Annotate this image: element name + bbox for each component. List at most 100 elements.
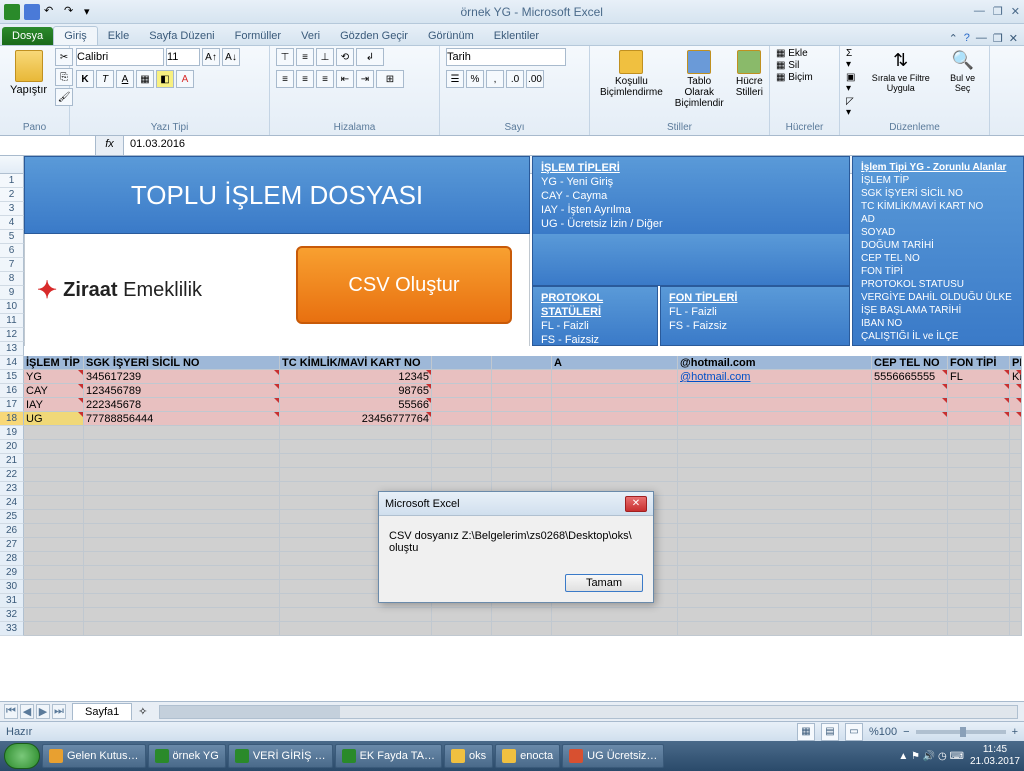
cell[interactable] (948, 538, 1010, 552)
cell[interactable] (552, 608, 678, 622)
zoom-in-button[interactable]: + (1012, 726, 1018, 738)
cell[interactable]: FL (948, 370, 1010, 384)
cell[interactable] (24, 566, 84, 580)
cell[interactable] (552, 412, 678, 426)
row-header[interactable]: 12 (0, 328, 24, 342)
cell[interactable] (24, 622, 84, 636)
row-header[interactable]: 1 (0, 174, 24, 188)
zoom-slider[interactable] (916, 730, 1006, 734)
decrease-indent-icon[interactable]: ⇤ (336, 70, 354, 88)
row-header[interactable]: 25 (0, 510, 24, 524)
row-header[interactable]: 32 (0, 608, 24, 622)
cell[interactable] (24, 426, 84, 440)
cell[interactable] (872, 510, 948, 524)
delete-cells-button[interactable]: ▦ Sil (776, 60, 799, 71)
cell[interactable]: 5556665555 (872, 370, 948, 384)
increase-font-icon[interactable]: A↑ (202, 48, 220, 66)
cell[interactable] (492, 412, 552, 426)
sheet-tab[interactable]: Sayfa1 (72, 703, 132, 720)
cell[interactable] (492, 370, 552, 384)
cell[interactable] (948, 440, 1010, 454)
cell[interactable] (678, 482, 872, 496)
currency-icon[interactable]: ☰ (446, 70, 464, 88)
italic-button[interactable]: T (96, 70, 114, 88)
cell[interactable] (24, 594, 84, 608)
row-header[interactable]: 4 (0, 216, 24, 230)
sheet-nav-next[interactable]: ▶ (36, 704, 50, 719)
cell[interactable] (84, 566, 280, 580)
cell[interactable] (872, 384, 948, 398)
cell[interactable] (24, 454, 84, 468)
cell[interactable] (84, 426, 280, 440)
cell[interactable]: A (552, 356, 678, 370)
cell[interactable] (872, 468, 948, 482)
cell[interactable] (872, 412, 948, 426)
cell[interactable] (678, 594, 872, 608)
cell[interactable] (678, 566, 872, 580)
cell[interactable] (84, 510, 280, 524)
cell[interactable] (492, 398, 552, 412)
cell[interactable] (84, 580, 280, 594)
cell[interactable] (1010, 412, 1022, 426)
cell[interactable]: 345617239 (84, 370, 280, 384)
cell[interactable] (872, 440, 948, 454)
cell[interactable]: CAY (24, 384, 84, 398)
cell[interactable] (948, 594, 1010, 608)
cell[interactable] (492, 384, 552, 398)
cell[interactable] (552, 370, 678, 384)
horizontal-scrollbar[interactable] (159, 705, 1018, 719)
tab-page-layout[interactable]: Sayfa Düzeni (139, 27, 224, 45)
cell[interactable] (1010, 608, 1022, 622)
clock[interactable]: 11:4521.03.2017 (970, 744, 1020, 768)
row-header[interactable]: 2 (0, 188, 24, 202)
cell[interactable] (948, 412, 1010, 426)
tab-view[interactable]: Görünüm (418, 27, 484, 45)
cell[interactable] (492, 622, 552, 636)
cell[interactable] (24, 608, 84, 622)
cell[interactable] (432, 412, 492, 426)
number-format-select[interactable] (446, 48, 566, 66)
sheet-nav-last[interactable]: ⏭ (52, 704, 66, 719)
cell[interactable] (552, 468, 678, 482)
cell[interactable] (948, 622, 1010, 636)
cell[interactable] (552, 398, 678, 412)
cell[interactable] (872, 622, 948, 636)
cell[interactable] (678, 622, 872, 636)
cell[interactable] (872, 454, 948, 468)
cell[interactable] (280, 426, 432, 440)
font-color-button[interactable]: A (176, 70, 194, 88)
cell-styles-button[interactable]: Hücre Stilleri (732, 48, 767, 100)
row-header[interactable]: 7 (0, 258, 24, 272)
cell[interactable] (432, 398, 492, 412)
cell[interactable]: İŞLEM TİP (24, 356, 84, 370)
row-header[interactable]: 15 (0, 370, 24, 384)
format-cells-button[interactable]: ▦ Biçim (776, 72, 813, 83)
tab-review[interactable]: Gözden Geçir (330, 27, 418, 45)
cell[interactable] (432, 356, 492, 370)
cell[interactable] (492, 356, 552, 370)
row-header[interactable]: 18 (0, 412, 24, 426)
increase-indent-icon[interactable]: ⇥ (356, 70, 374, 88)
cell[interactable] (948, 524, 1010, 538)
formula-input[interactable]: 01.03.2016 (124, 136, 1024, 155)
cell[interactable] (872, 538, 948, 552)
row-header[interactable]: 11 (0, 314, 24, 328)
cell[interactable]: SGK İŞYERİ SİCİL NO (84, 356, 280, 370)
cell[interactable] (1010, 440, 1022, 454)
cell[interactable] (552, 426, 678, 440)
cell[interactable]: 222345678 (84, 398, 280, 412)
view-break-icon[interactable]: ▭ (845, 723, 863, 741)
new-sheet-button[interactable]: ✧ (132, 705, 153, 718)
zoom-level[interactable]: %100 (869, 726, 897, 738)
cell[interactable] (678, 384, 872, 398)
row-header[interactable]: 26 (0, 524, 24, 538)
cell[interactable] (1010, 496, 1022, 510)
align-bottom-icon[interactable]: ⊥ (316, 48, 334, 66)
cell[interactable] (1010, 566, 1022, 580)
insert-cells-button[interactable]: ▦ Ekle (776, 48, 808, 59)
taskbar-item-excel3[interactable]: EK Fayda TA… (335, 744, 442, 768)
tab-data[interactable]: Veri (291, 27, 330, 45)
cell[interactable] (492, 426, 552, 440)
cell[interactable] (432, 370, 492, 384)
cell[interactable] (948, 398, 1010, 412)
